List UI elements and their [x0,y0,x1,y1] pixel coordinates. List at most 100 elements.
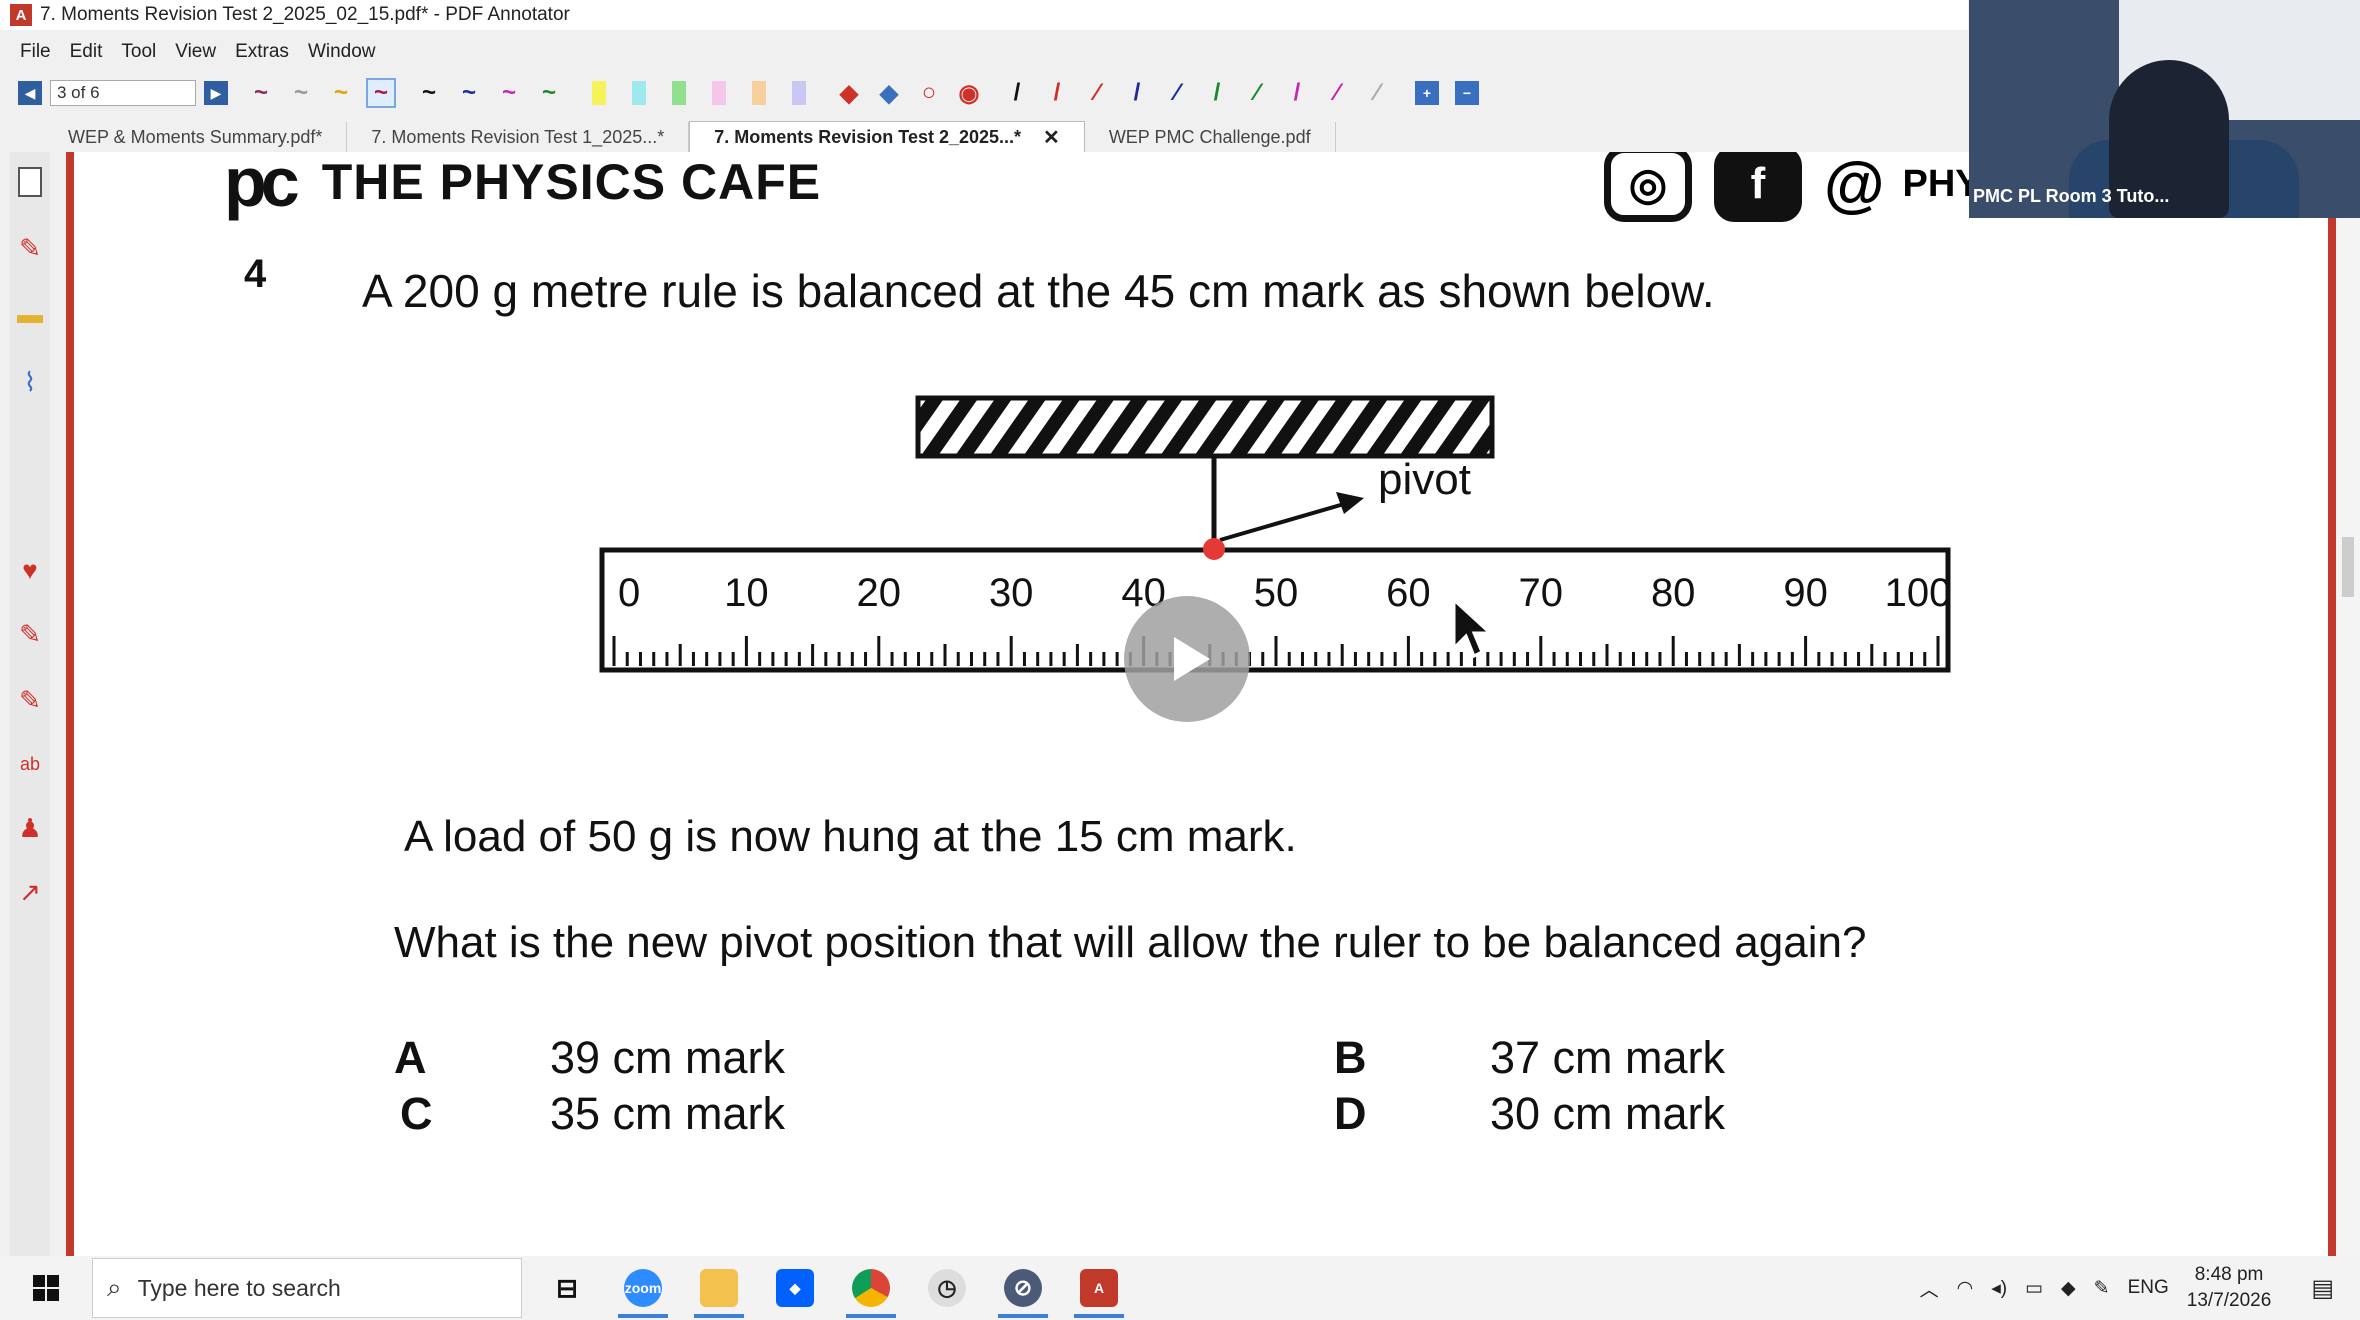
language-indicator[interactable]: ENG [2128,1277,2169,1299]
line-red-icon[interactable]: / [1042,78,1072,108]
zoom-in-icon[interactable]: + [1412,78,1442,108]
ruler-mark-label: 20 [857,571,902,615]
line-green-icon[interactable]: / [1202,78,1232,108]
line-magenta-icon[interactable]: / [1282,78,1312,108]
battery-icon[interactable]: ▭ [2025,1277,2043,1300]
windows-logo-icon [33,1275,59,1301]
tab-moments-test-1[interactable]: 7. Moments Revision Test 1_2025...* [347,122,690,152]
highlighter-green-icon[interactable] [664,78,694,108]
vertical-scrollbar[interactable] [2336,152,2360,1256]
play-icon [1174,637,1210,681]
document-page: pc THE PHYSICS CAFE ◎ f @ PHY 4 A 200 g … [66,152,2336,1256]
pivot-label: pivot [1378,455,1471,504]
menu-view[interactable]: View [175,41,216,63]
tab-wep-moments-summary[interactable]: WEP & Moments Summary.pdf* [10,122,348,152]
pen-blue-icon[interactable]: ~ [454,78,484,108]
option-b: B 37 cm mark [1334,1032,1725,1084]
webcam-overlay: PMC PL Room 3 Tuto... [1969,0,2360,218]
pdf-annotator-taskbar-icon[interactable]: A [1068,1256,1130,1320]
arrow-tool-icon[interactable]: ↗ [10,872,50,912]
zoom-icon[interactable]: zoom [612,1256,674,1320]
wifi-icon[interactable]: ◠ [1957,1277,1974,1300]
highlighter-yellow-icon[interactable] [584,78,614,108]
text-box-icon[interactable]: ab [10,744,50,784]
clock-app-icon[interactable]: ◷ [916,1256,978,1320]
pen-tray-icon[interactable]: ✎ [2094,1277,2110,1300]
webcam-label: PMC PL Room 3 Tuto... [1973,186,2170,206]
dashed-line-gray-icon[interactable]: ⁄ [1362,78,1392,108]
option-d: D 30 cm mark [1334,1088,1725,1140]
system-tray: ︿ ◠ ◂) ▭ ◆ ✎ ENG 8:48 pm 13/7/2026 ▤ [1920,1256,2360,1320]
pen-purple-icon[interactable]: ~ [246,78,276,108]
windows-start-icon[interactable] [0,1256,92,1320]
mouse-cursor-icon [1452,598,1492,659]
play-button[interactable] [1124,596,1250,722]
pen-yellow-icon[interactable]: ~ [326,78,356,108]
line-blue-icon[interactable]: / [1122,78,1152,108]
option-letter: C [400,1088,433,1139]
pen-icon[interactable]: ✎ [10,228,50,268]
highlighter-lavender-icon[interactable] [784,78,814,108]
taskbar-search-input[interactable]: ⌕ Type here to search [92,1258,522,1318]
dashed-line-magenta-icon[interactable]: ⁄ [1322,78,1352,108]
highlighter-cyan-icon[interactable] [624,78,654,108]
highlighter-pink-icon[interactable] [704,78,734,108]
line-black-icon[interactable]: / [1002,78,1032,108]
clock-time: 8:48 pm [2194,1264,2264,1285]
dropbox-tray-icon[interactable]: ◆ [2061,1277,2076,1300]
stop-icon[interactable]: ◉ [954,78,984,108]
paperclip-icon[interactable]: ⌇ [10,362,50,402]
stamp-icon[interactable]: ♟ [10,808,50,848]
dashed-line-green-icon[interactable]: ⁄ [1242,78,1272,108]
clock[interactable]: 8:48 pm 13/7/2026 [2187,1262,2272,1314]
safari-icon[interactable]: ⊘ [992,1256,1054,1320]
option-letter: D [1334,1088,1367,1139]
dashed-line-red-icon[interactable]: ⁄ [1082,78,1112,108]
menu-tool[interactable]: Tool [121,41,156,63]
next-page-icon[interactable]: ▶ [204,81,228,105]
ruler-mark-label: 0 [618,571,640,615]
chrome-icon[interactable] [840,1256,902,1320]
blank-page-icon[interactable] [10,162,50,202]
pen-gray-icon[interactable]: ~ [286,78,316,108]
heart-icon[interactable]: ♥ [10,550,50,590]
tab-wep-pmc-challenge[interactable]: WEP PMC Challenge.pdf [1085,122,1336,152]
task-view-icon[interactable]: ⊟ [536,1256,598,1320]
highlighter-orange-icon[interactable] [744,78,774,108]
menu-extras[interactable]: Extras [235,41,289,63]
menu-file[interactable]: File [20,41,51,63]
menu-window[interactable]: Window [308,41,376,63]
highlighter-icon[interactable]: ✎ [10,680,50,720]
page-indicator[interactable]: 3 of 6 [50,80,196,106]
file-explorer-icon[interactable] [688,1256,750,1320]
notifications-icon[interactable]: ▤ [2311,1274,2334,1303]
document-tabs: WEP & Moments Summary.pdf* 7. Moments Re… [10,120,1968,152]
pdf-annotator-icon: A [10,4,32,26]
menu-edit[interactable]: Edit [70,41,103,63]
folder-icon[interactable]: ▬ [10,294,50,334]
dashed-line-blue-icon[interactable]: ⁄ [1162,78,1192,108]
prev-page-icon[interactable]: ◀ [18,81,42,105]
dropbox-icon[interactable]: ◆ [764,1256,826,1320]
tab-label: WEP & Moments Summary.pdf* [68,126,323,147]
zoom-out-icon[interactable]: − [1452,78,1482,108]
pen-green-icon[interactable]: ~ [534,78,564,108]
eraser-red-icon[interactable]: ◆ [834,78,864,108]
ruler-mark-label: 50 [1254,571,1299,615]
pivot-arrow [1219,502,1345,542]
scrollbar-thumb[interactable] [2342,537,2354,597]
marker-icon[interactable]: ✎ [10,614,50,654]
tool-sidebar: ✎ ▬ ⌇ ♥ ✎ ✎ ab ♟ ↗ [10,152,50,1256]
pen-magenta-icon[interactable]: ~ [494,78,524,108]
option-text: 37 cm mark [1490,1032,1726,1083]
eraser-blue-icon[interactable]: ◆ [874,78,904,108]
volume-icon[interactable]: ◂) [1991,1277,2007,1300]
option-text: 39 cm mark [550,1032,786,1083]
menu-bar: File Edit Tool View Extras Window [0,38,1968,66]
tab-moments-test-2[interactable]: 7. Moments Revision Test 2_2025...* ✕ [689,121,1085,152]
chevron-up-icon[interactable]: ︿ [1920,1275,1939,1302]
pen-red-icon[interactable]: ~ [366,78,396,108]
close-icon[interactable]: ✕ [1043,125,1060,150]
pen-black-icon[interactable]: ~ [414,78,444,108]
lasso-icon[interactable]: ○ [914,78,944,108]
